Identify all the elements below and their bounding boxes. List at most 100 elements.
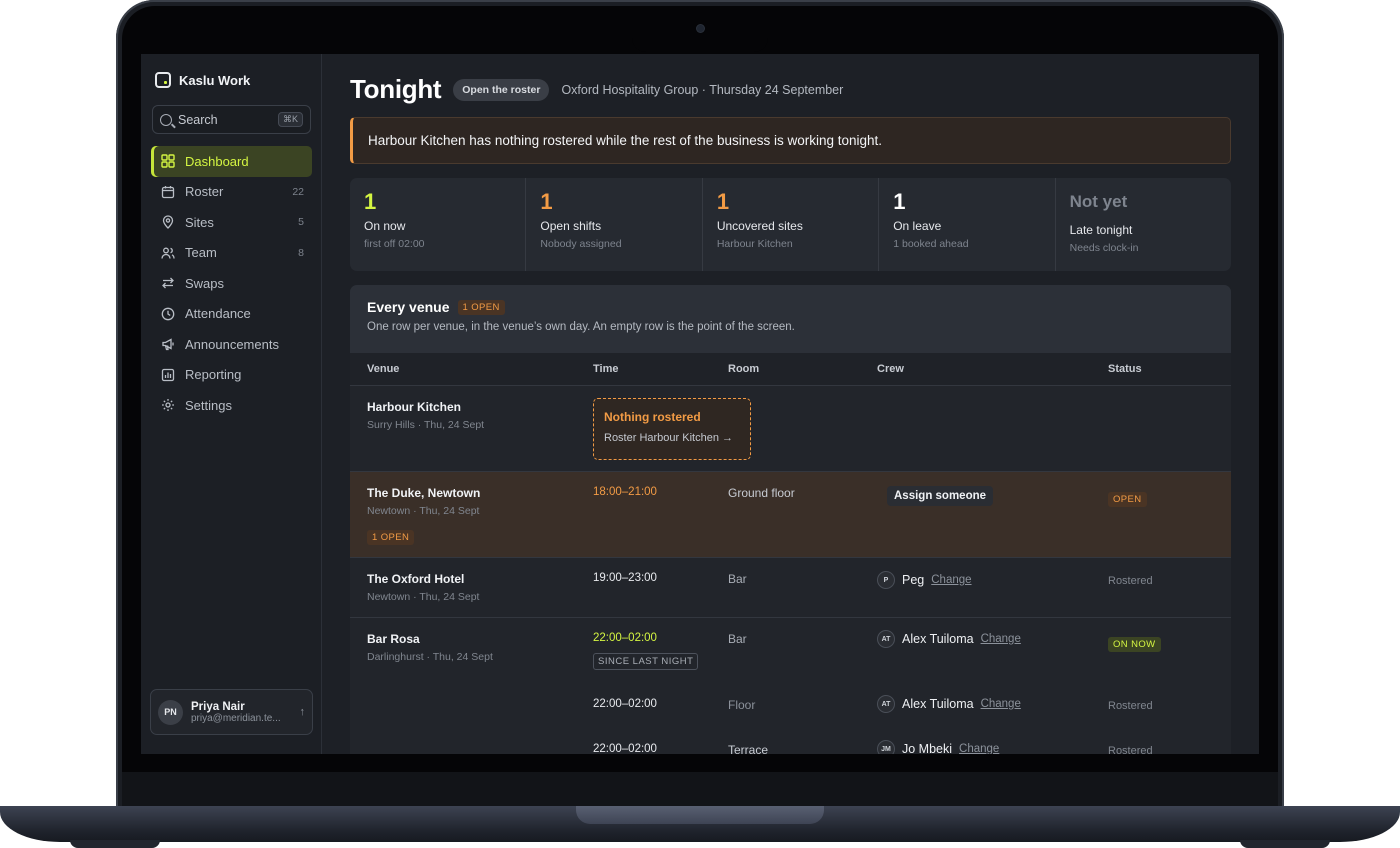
megaphone-icon (161, 337, 175, 351)
page-subtitle: Oxford Hospitality Group · Thursday 24 S… (561, 82, 844, 97)
stat-value: 1 (893, 189, 906, 214)
venue-name[interactable]: The Duke, Newtown (367, 486, 480, 500)
venues-table: Every venue 1 OPEN One row per venue, in… (350, 285, 1231, 754)
crew-name: Jo Mbeki (902, 742, 953, 754)
search-icon (160, 113, 172, 126)
avatar: JM (877, 740, 895, 754)
shift-time: 22:00–02:00 (593, 743, 657, 754)
sidebar-item-swaps[interactable]: Swaps (151, 268, 312, 299)
sidebar-item-attendance[interactable]: Attendance (151, 299, 312, 330)
sidebar-item-label: Attendance (185, 306, 251, 322)
shift-time-cell: 22:00–02:00 SINCE LAST NIGHT (593, 632, 699, 670)
stat-uncovered-sites[interactable]: 1 Uncovered sites Harbour Kitchen (703, 178, 880, 271)
empty-roster-box: Nothing rostered Roster Harbour Kitchen … (593, 398, 751, 460)
table-description: One row per venue, in the venue’s own da… (367, 321, 795, 333)
stat-subtext: Nobody assigned (540, 238, 622, 250)
stat-label: Open shifts (540, 219, 602, 233)
grid-icon (161, 154, 175, 168)
table-row-oxford-hotel: The Oxford Hotel Newtown · Thu, 24 Sept … (350, 558, 1231, 618)
alert-banner: Harbour Kitchen has nothing rostered whi… (350, 117, 1231, 164)
sidebar: Kaslu Work Search ⌘K Dashboard Roster 22 (141, 54, 322, 754)
alert-text: Harbour Kitchen has nothing rostered whi… (368, 133, 883, 148)
search-input[interactable]: Search ⌘K (152, 105, 311, 134)
status-badge: OPEN (1108, 492, 1147, 507)
room: Floor (728, 698, 756, 712)
laptop-foot-right (1240, 840, 1330, 848)
shift-time: 22:00–02:00 (593, 698, 657, 710)
stat-value: 1 (364, 189, 377, 214)
status-text: Rostered (1108, 575, 1153, 587)
profile-email: priya@meridian.te... (191, 712, 281, 724)
change-crew-link[interactable]: Change (981, 633, 1021, 645)
venue-name[interactable]: The Oxford Hotel (367, 572, 479, 586)
since-last-night-tag: SINCE LAST NIGHT (593, 653, 699, 670)
page-title: Tonight (350, 74, 442, 104)
badge-wrap: 1 OPEN (367, 527, 480, 545)
column-header-venue[interactable]: Venue (367, 363, 399, 375)
sidebar-item-count: 22 (292, 185, 304, 198)
swap-icon (161, 276, 175, 290)
stat-subtext: 1 booked ahead (893, 238, 969, 250)
crew-cell: Assign someone (887, 486, 994, 506)
stat-value: 1 (716, 189, 730, 214)
table-title: Every venue (367, 299, 450, 315)
stat-subtext: Needs clock-in (1069, 242, 1139, 254)
stat-on-leave[interactable]: 1 On leave 1 booked ahead (879, 178, 1056, 271)
column-header-time[interactable]: Time (593, 363, 618, 375)
venue-name[interactable]: Harbour Kitchen (367, 400, 484, 414)
nothing-rostered-card: Nothing rostered Roster Harbour Kitchen … (593, 398, 751, 460)
stat-label: Uncovered sites (716, 219, 803, 233)
open-count-badge: 1 OPEN (457, 299, 505, 315)
sidebar-item-settings[interactable]: Settings (151, 390, 312, 421)
empty-title: Nothing rostered (604, 410, 701, 424)
status-badge: ON NOW (1108, 637, 1161, 652)
sidebar-item-label: Reporting (185, 367, 242, 383)
brand[interactable]: Kaslu Work (155, 72, 250, 88)
status-cell: OPEN (1108, 489, 1147, 507)
crew-name: Alex Tuiloma (902, 632, 974, 646)
open-roster-button[interactable]: Open the roster (453, 78, 550, 101)
column-header-status[interactable]: Status (1108, 363, 1142, 375)
column-header-room[interactable]: Room (728, 363, 759, 375)
search-placeholder: Search (178, 112, 218, 127)
roster-harbour-kitchen-link[interactable]: Roster Harbour Kitchen → (604, 432, 740, 444)
venue-location: Surry Hills · Thu, 24 Sept (367, 419, 485, 431)
sidebar-item-label: Sites (185, 214, 214, 230)
column-header-crew[interactable]: Crew (877, 363, 904, 375)
profile-text: Priya Nair priya@meridian.te... (191, 701, 292, 724)
sidebar-item-dashboard[interactable]: Dashboard (151, 146, 312, 177)
stat-open-shifts[interactable]: 1 Open shifts Nobody assigned (526, 178, 703, 271)
shift-time: 19:00–23:00 (593, 572, 657, 584)
sidebar-item-roster[interactable]: Roster 22 (151, 177, 312, 208)
change-crew-link[interactable]: Change (931, 574, 971, 586)
table-column-headers: Venue Time Room Crew Status (350, 353, 1231, 386)
sidebar-item-label: Announcements (185, 336, 279, 352)
sidebar-item-reporting[interactable]: Reporting (151, 360, 312, 391)
crew-cell: P Peg Change (877, 571, 972, 589)
sidebar-item-sites[interactable]: Sites 5 (151, 207, 312, 238)
user-profile-menu[interactable]: PN Priya Nair priya@meridian.te... ↑ (150, 689, 313, 735)
sidebar-item-count: 5 (298, 216, 304, 229)
users-icon (161, 246, 175, 260)
main-content: Tonight Open the roster Oxford Hospitali… (322, 54, 1259, 754)
crew-cell: AT Alex Tuiloma Change (877, 630, 1021, 648)
stat-on-now[interactable]: 1 On now first off 02:00 (350, 178, 527, 271)
change-crew-link[interactable]: Change (959, 743, 999, 754)
venue-cell: Harbour Kitchen Surry Hills · Thu, 24 Se… (367, 400, 484, 431)
sidebar-item-announcements[interactable]: Announcements (151, 329, 312, 360)
room: Terrace (728, 743, 769, 754)
change-crew-link[interactable]: Change (981, 698, 1021, 710)
app-logo-icon (155, 72, 171, 88)
stat-late-tonight[interactable]: Not yet Late tonight Needs clock-in (1056, 178, 1231, 271)
sidebar-item-team[interactable]: Team 8 (151, 238, 312, 269)
clock-icon (161, 307, 175, 321)
chart-icon (161, 368, 175, 382)
assign-someone-button[interactable]: Assign someone (887, 486, 994, 506)
venue-name[interactable]: Bar Rosa (367, 632, 493, 646)
venue-location: Newtown · Thu, 24 Sept (367, 591, 480, 603)
sidebar-nav: Dashboard Roster 22 Sites 5 Team 8 Swaps… (151, 146, 312, 421)
avatar: PN (158, 699, 183, 725)
venue-location: Newtown · Thu, 24 Sept (367, 505, 480, 517)
profile-name: Priya Nair (191, 700, 245, 713)
avatar: P (877, 571, 895, 589)
